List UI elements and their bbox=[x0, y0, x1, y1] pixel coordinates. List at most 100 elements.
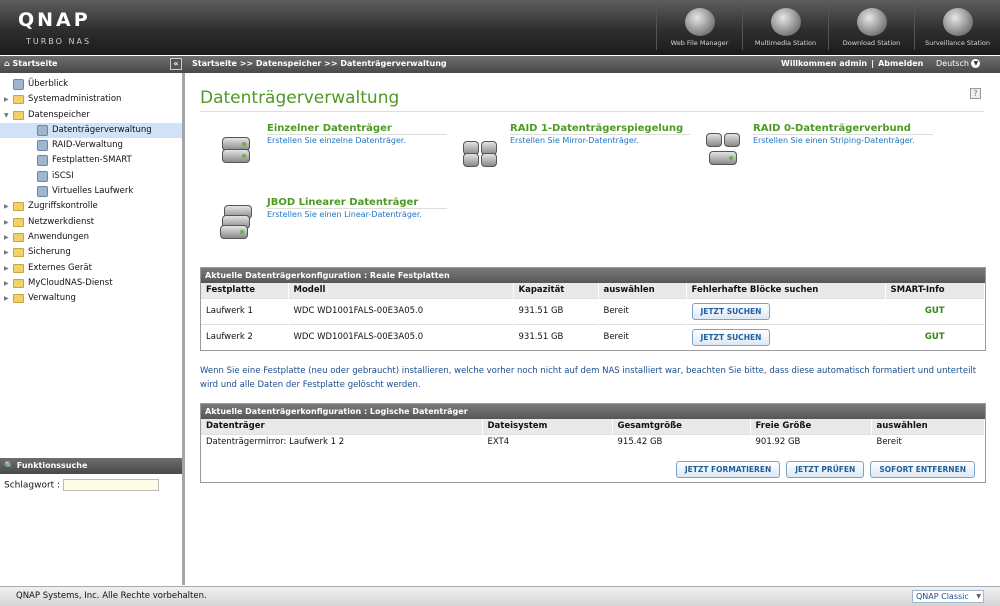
expand-arrow-icon[interactable]: ▶ bbox=[4, 199, 9, 214]
page-title: Datenträgerverwaltung bbox=[200, 88, 400, 108]
folder-icon bbox=[13, 217, 24, 227]
sidebar-item[interactable]: ▶ Netzwerkdienst bbox=[0, 215, 182, 230]
virtual-drive-icon bbox=[37, 186, 48, 198]
search-row: Schlagwort : bbox=[0, 474, 182, 496]
welcome-text: Willkommen admin bbox=[781, 59, 868, 68]
sidebar-item[interactable]: ▶ Anwendungen bbox=[0, 230, 182, 245]
option-subtitle[interactable]: Erstellen Sie einen Striping-Datenträger… bbox=[753, 136, 915, 145]
smart-status[interactable]: GUT bbox=[885, 297, 985, 324]
nav-tree: Überblick ▶ Systemadministration ▼ Datenspei… bbox=[0, 77, 182, 306]
scan-cell: JETZT SUCHEN bbox=[686, 297, 886, 324]
option-title[interactable]: JBOD Linearer Datenträger bbox=[267, 197, 418, 208]
option-subtitle[interactable]: Erstellen Sie Mirror-Datenträger. bbox=[510, 136, 639, 145]
home-link[interactable]: ⌂ Startseite bbox=[4, 59, 57, 68]
sidebar-item-label: Verwaltung bbox=[28, 293, 76, 304]
column-header: Freie Größe bbox=[750, 419, 872, 434]
capacity-cell: 931.51 GB bbox=[513, 297, 599, 324]
web-file-manager-button[interactable]: Web File Manager bbox=[656, 0, 742, 50]
sidebar-item[interactable]: ▼ Datenspeicher bbox=[0, 108, 182, 123]
check-now-button[interactable]: JETZT PRÜFEN bbox=[786, 461, 865, 478]
sidebar-item-label: Anwendungen bbox=[28, 231, 89, 242]
chevron-down-icon: ▼ bbox=[976, 593, 981, 600]
expand-arrow-icon[interactable]: ▶ bbox=[4, 245, 9, 260]
option-title[interactable]: RAID 0-Datenträgerverbund bbox=[753, 123, 911, 134]
collapse-arrow-icon[interactable]: ▼ bbox=[4, 108, 9, 123]
scan-now-button[interactable]: JETZT SUCHEN bbox=[691, 328, 771, 346]
app-label: Surveillance Station bbox=[924, 39, 991, 47]
breadcrumb: Startseite >> Datenspeicher >> Datenträg… bbox=[192, 59, 447, 68]
smart-status[interactable]: GUT bbox=[885, 323, 985, 350]
sidebar-item[interactable]: Überblick bbox=[0, 77, 182, 92]
scan-now-button[interactable]: JETZT SUCHEN bbox=[691, 302, 771, 320]
format-now-button[interactable]: JETZT FORMATIEREN bbox=[675, 461, 781, 478]
sidebar-item[interactable]: ▶ Externes Gerät bbox=[0, 261, 182, 276]
sidebar-item[interactable]: iSCSI bbox=[0, 169, 182, 184]
folder-globe-icon bbox=[684, 8, 715, 36]
search-icon: 🔍 bbox=[4, 461, 17, 470]
sidebar-item[interactable]: ▶ Zugriffskontrolle bbox=[0, 199, 182, 214]
physical-disks-panel: Aktuelle Datenträgerkonfiguration : Real… bbox=[200, 267, 986, 351]
expand-arrow-icon[interactable]: ▶ bbox=[4, 92, 9, 107]
column-header: Gesamtgröße bbox=[612, 419, 751, 434]
expand-arrow-icon[interactable]: ▶ bbox=[4, 261, 9, 276]
copyright-text: QNAP Systems, Inc. Alle Rechte vorbehalt… bbox=[16, 591, 207, 601]
table-row[interactable]: Datenträgermirror: Laufwerk 1 2 EXT4 915… bbox=[201, 433, 985, 450]
sidebar-item[interactable]: Datenträgerverwaltung bbox=[0, 122, 182, 139]
logout-link[interactable]: Abmelden bbox=[878, 59, 923, 68]
download-station-button[interactable]: Download Station bbox=[828, 0, 914, 50]
option-subtitle[interactable]: Erstellen Sie einzelne Datenträger. bbox=[267, 136, 406, 145]
keyword-label: Schlagwort : bbox=[4, 480, 61, 491]
app-label: Web File Manager bbox=[670, 39, 729, 47]
option-subtitle[interactable]: Erstellen Sie einen Linear-Datenträger. bbox=[267, 210, 422, 219]
table-header-row: Festplatte Modell Kapazität auswählen Fe… bbox=[201, 283, 985, 298]
qnap-logo: QNAP bbox=[18, 9, 91, 31]
sidebar-item[interactable]: Virtuelles Laufwerk bbox=[0, 184, 182, 199]
sidebar-item[interactable]: Festplatten-SMART bbox=[0, 153, 182, 168]
theme-label: QNAP Classic bbox=[916, 592, 969, 601]
remove-now-button[interactable]: SOFORT ENTFERNEN bbox=[870, 461, 975, 478]
language-selector[interactable]: Deutsch ▼ bbox=[936, 59, 981, 68]
sidebar-item[interactable]: ▶ Systemadministration bbox=[0, 92, 182, 107]
sidebar-item[interactable]: ▶ Sicherung bbox=[0, 245, 182, 260]
welcome-area: Willkommen admin | Abmelden bbox=[781, 59, 923, 68]
option-title[interactable]: Einzelner Datenträger bbox=[267, 123, 392, 134]
keyword-input[interactable] bbox=[62, 479, 159, 491]
logical-volumes-table: Datenträger Dateisystem Gesamtgröße Frei… bbox=[201, 419, 985, 450]
free-size-cell: 901.92 GB bbox=[750, 433, 872, 450]
sidebar-item-label: Externes Gerät bbox=[28, 262, 92, 273]
column-header: auswählen bbox=[871, 419, 985, 434]
sidebar-item[interactable]: RAID-Verwaltung bbox=[0, 138, 182, 153]
disk-icon bbox=[37, 124, 48, 136]
home-icon: ⌂ bbox=[4, 59, 13, 68]
nav-bar: ⌂ Startseite « Startseite >> Datenspeich… bbox=[0, 56, 1000, 73]
expand-arrow-icon[interactable]: ▶ bbox=[4, 291, 9, 306]
sidebar-item-label: Zugriffskontrolle bbox=[28, 201, 98, 212]
expand-arrow-icon[interactable]: ▶ bbox=[4, 276, 9, 291]
top-header: QNAP TURBO NAS Web File Manager Multimed… bbox=[0, 0, 1000, 55]
column-header: Festplatte bbox=[201, 283, 289, 298]
panel-title: Aktuelle Datenträgerkonfiguration : Real… bbox=[201, 268, 985, 283]
smart-icon bbox=[37, 155, 48, 167]
help-icon[interactable]: ? bbox=[970, 88, 981, 99]
theme-select[interactable]: QNAP Classic ▼ bbox=[912, 590, 984, 603]
surveillance-station-button[interactable]: Surveillance Station bbox=[914, 0, 1000, 50]
option-divider bbox=[267, 134, 447, 135]
sidebar-item[interactable]: ▶ Verwaltung bbox=[0, 291, 182, 306]
overview-icon bbox=[13, 79, 24, 90]
expand-arrow-icon[interactable]: ▶ bbox=[4, 215, 9, 230]
expand-arrow-icon[interactable]: ▶ bbox=[4, 230, 9, 245]
sidebar-item-label: RAID-Verwaltung bbox=[52, 140, 123, 151]
option-divider bbox=[510, 134, 690, 135]
collapse-sidebar-button[interactable]: « bbox=[170, 58, 182, 70]
raid1-icon bbox=[463, 129, 497, 167]
raid-icon bbox=[37, 140, 48, 152]
sidebar-item-label: Datenträgerverwaltung bbox=[52, 124, 152, 135]
folder-icon bbox=[13, 278, 24, 288]
status-cell: Bereit bbox=[871, 433, 985, 450]
option-title[interactable]: RAID 1-Datenträgerspiegelung bbox=[510, 123, 683, 134]
multimedia-station-button[interactable]: Multimedia Station bbox=[742, 0, 828, 50]
status-cell: Bereit bbox=[598, 323, 687, 350]
column-header: Modell bbox=[288, 283, 514, 298]
sidebar-item[interactable]: ▶ MyCloudNAS-Dienst bbox=[0, 276, 182, 291]
folder-icon bbox=[13, 294, 24, 304]
